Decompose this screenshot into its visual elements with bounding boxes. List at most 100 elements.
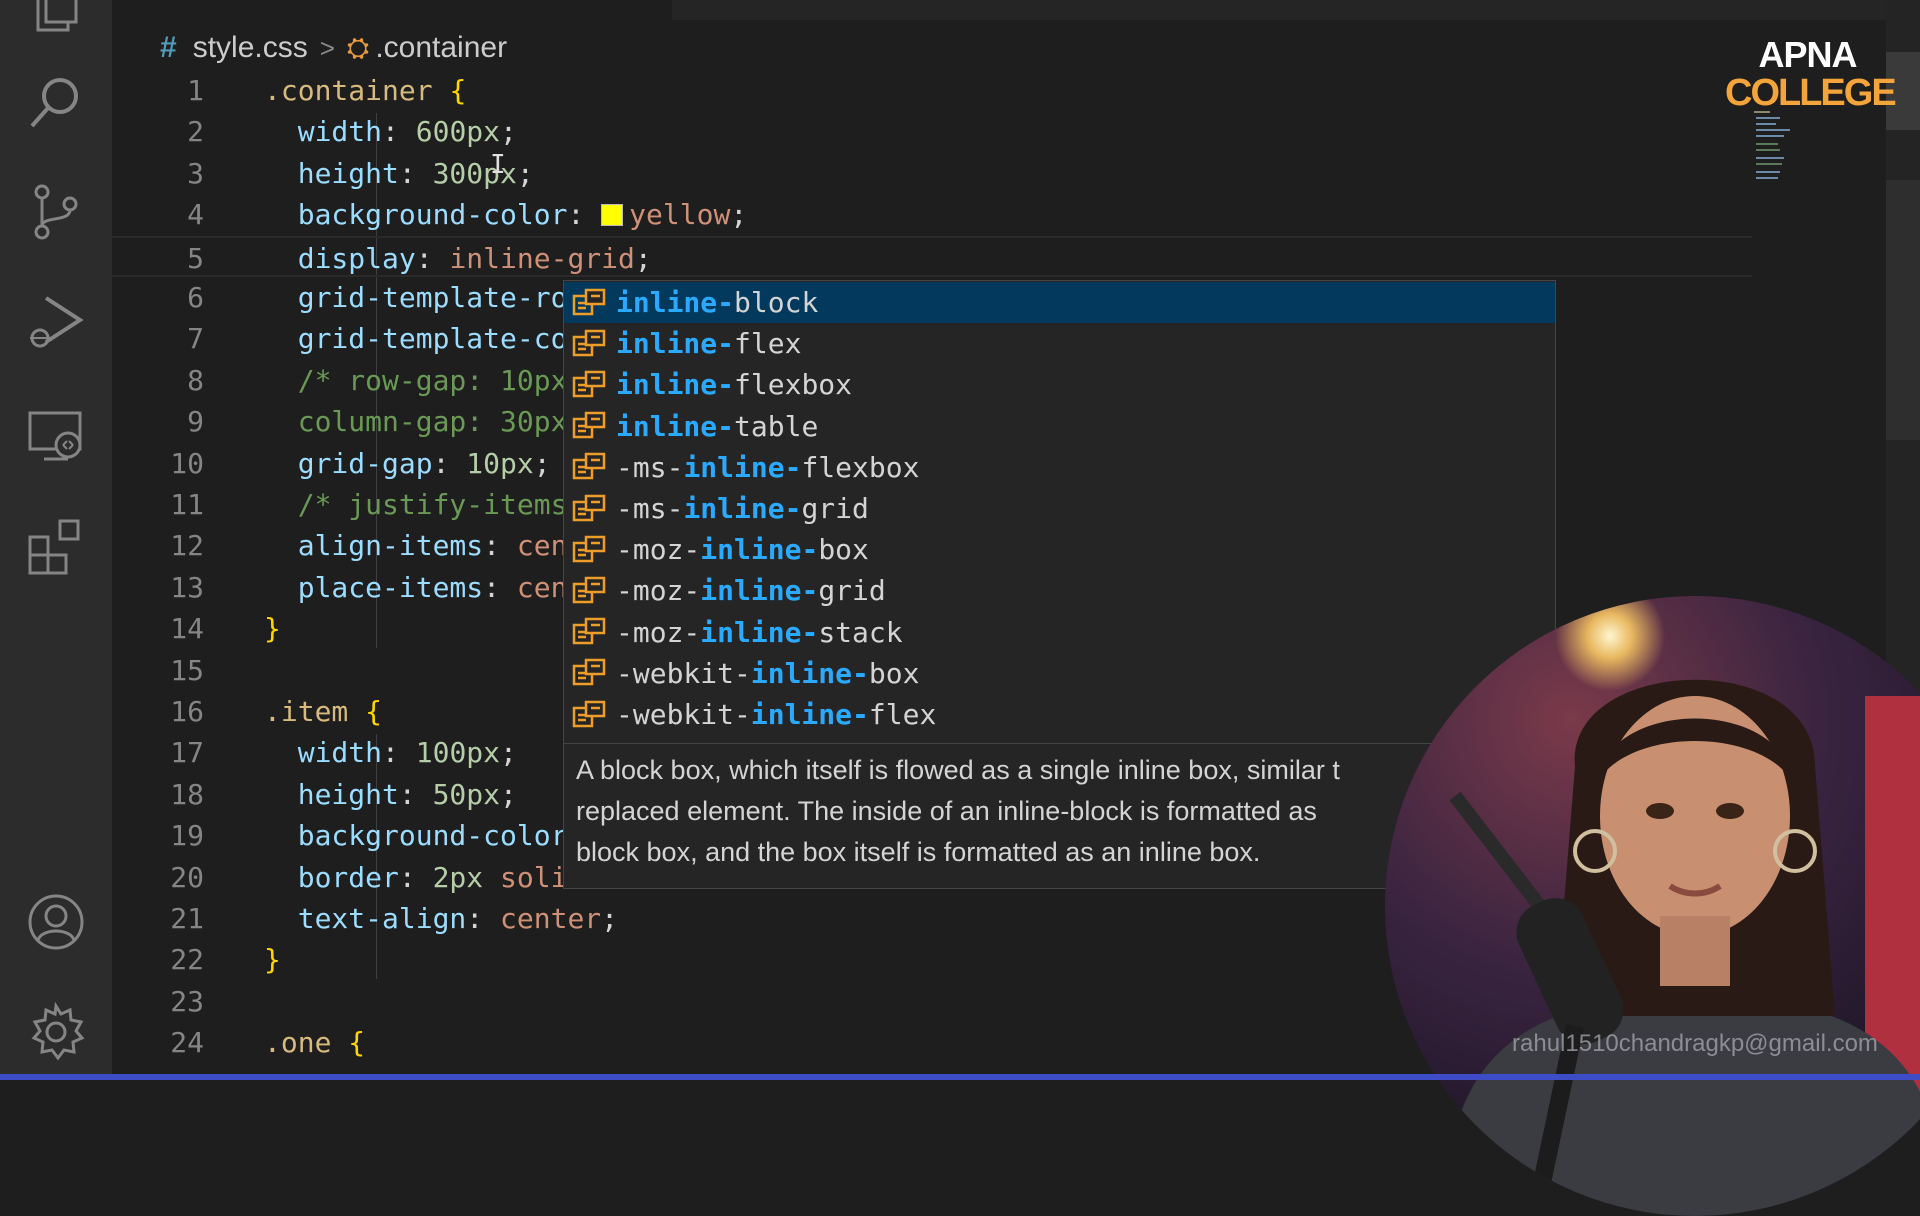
- suggest-prefix: -webkit-: [616, 698, 751, 731]
- code-text: .item {: [264, 691, 382, 732]
- code-token: :: [483, 529, 517, 563]
- code-text: grid-gap: 10px;: [264, 443, 551, 484]
- code-token: /* row-gap: 10px: [264, 363, 568, 397]
- status-bar: [0, 1074, 1920, 1080]
- line-number: 17: [170, 736, 204, 770]
- suggest-match: inline-: [750, 656, 869, 690]
- value-enum-icon: [572, 617, 606, 645]
- line-number: 16: [170, 695, 204, 728]
- code-token: .container: [264, 74, 433, 107]
- code-token: :: [382, 115, 416, 149]
- value-enum-icon: [572, 288, 606, 315]
- code-token: :: [398, 777, 433, 811]
- manage-gear-icon[interactable]: [24, 1000, 88, 1064]
- code-text: }: [264, 939, 281, 980]
- suggest-item[interactable]: -moz-inline-stack: [564, 612, 1555, 653]
- suggest-suffix: flex: [868, 698, 937, 731]
- suggest-match: inline-: [616, 327, 735, 361]
- code-token: border: [264, 860, 399, 894]
- line-number: 23: [170, 984, 204, 1018]
- code-line[interactable]: 3 height: 300px;: [112, 153, 1752, 194]
- code-text: /* row-gap: 10px: [264, 360, 568, 401]
- minimap[interactable]: [1750, 108, 1810, 188]
- suggest-item[interactable]: -webkit-inline-flex: [564, 694, 1555, 735]
- code-token: 100px: [415, 736, 501, 770]
- code-token: :: [398, 860, 433, 894]
- code-token: cen: [516, 570, 568, 604]
- code-token: display: [264, 241, 416, 275]
- code-text: height: 50px;: [264, 774, 517, 815]
- code-line[interactable]: 4 background-color: yellow;: [112, 194, 1752, 235]
- suggest-suffix: box: [868, 656, 920, 690]
- breadcrumb-file[interactable]: style.css: [193, 31, 308, 65]
- code-token: height: [264, 777, 399, 811]
- suggest-item[interactable]: -ms-inline-grid: [564, 488, 1555, 529]
- suggest-match: inline-: [683, 492, 802, 525]
- code-text: display: inline-grid;: [264, 238, 652, 279]
- suggest-suffix: flexbox: [801, 450, 920, 484]
- breadcrumb-separator: >: [319, 32, 335, 63]
- suggest-item[interactable]: inline-table: [564, 406, 1555, 447]
- suggest-prefix: -ms-: [616, 450, 684, 484]
- suggest-suffix: block: [734, 286, 819, 319]
- color-swatch[interactable]: [601, 204, 624, 227]
- code-token: 50px: [432, 777, 501, 811]
- value-enum-icon: [572, 411, 606, 439]
- code-token: width: [264, 736, 383, 770]
- code-token: soli: [500, 860, 568, 894]
- code-text: background-color: [264, 815, 568, 856]
- suggest-item[interactable]: -moz-inline-box: [564, 529, 1555, 570]
- code-token: ;: [601, 902, 619, 935]
- line-number: 8: [187, 363, 204, 397]
- suggest-match: inline-: [750, 698, 869, 731]
- value-enum-icon: [572, 370, 606, 398]
- line-number: 9: [187, 405, 204, 439]
- suggest-item[interactable]: -ms-inline-flexbox: [564, 447, 1555, 488]
- css-file-icon: #: [160, 31, 177, 64]
- run-debug-icon[interactable]: [24, 290, 88, 354]
- code-text: place-items: cen: [264, 567, 568, 608]
- activity-bar: [0, 0, 112, 1080]
- code-token: :: [415, 241, 450, 275]
- logo-line-2: COLLEGE: [1725, 72, 1897, 114]
- accounts-icon[interactable]: [24, 890, 88, 954]
- selector-symbol-icon: ⛭: [346, 31, 370, 63]
- code-text: width: 600px;: [264, 111, 517, 152]
- code-token: }: [264, 612, 281, 646]
- search-icon[interactable]: [24, 70, 88, 134]
- remote-explorer-icon[interactable]: [24, 405, 88, 469]
- tab-style-css[interactable]: [112, 0, 672, 20]
- line-number: 10: [170, 446, 204, 480]
- suggest-prefix: -moz-: [616, 574, 701, 608]
- extensions-icon[interactable]: [24, 515, 88, 579]
- line-number: 12: [170, 529, 204, 563]
- suggest-item[interactable]: -webkit-inline-box: [564, 653, 1555, 694]
- code-token: yellow: [629, 198, 731, 232]
- suggest-suffix: grid: [801, 492, 869, 525]
- line-number: 4: [187, 198, 204, 232]
- code-token: ;: [500, 115, 517, 149]
- code-line[interactable]: 5 display: inline-grid;: [112, 235, 1752, 279]
- code-line[interactable]: 1 .container {: [112, 70, 1752, 111]
- explorer-icon[interactable]: [24, 0, 88, 44]
- line-number: 21: [170, 902, 204, 935]
- code-token: width: [264, 115, 383, 149]
- code-token: 2px: [432, 860, 484, 894]
- suggest-match: inline-: [683, 450, 802, 484]
- code-token: grid-template-co: [264, 322, 568, 356]
- value-enum-icon: [572, 659, 606, 686]
- code-text: grid-template-co: [264, 318, 568, 359]
- line-number: 2: [187, 115, 204, 149]
- breadcrumb-symbol[interactable]: .container: [375, 31, 507, 65]
- suggest-item[interactable]: inline-block: [564, 282, 1555, 323]
- suggest-item[interactable]: inline-flex: [564, 323, 1555, 364]
- suggest-match: inline-: [700, 615, 819, 649]
- code-token: {: [449, 74, 467, 107]
- code-line[interactable]: 2 width: 600px;: [112, 111, 1752, 152]
- source-control-icon[interactable]: [24, 180, 88, 244]
- code-text: .container {: [264, 70, 466, 111]
- suggest-item[interactable]: inline-flexbox: [564, 364, 1555, 405]
- suggest-item[interactable]: -moz-inline-grid: [564, 570, 1555, 611]
